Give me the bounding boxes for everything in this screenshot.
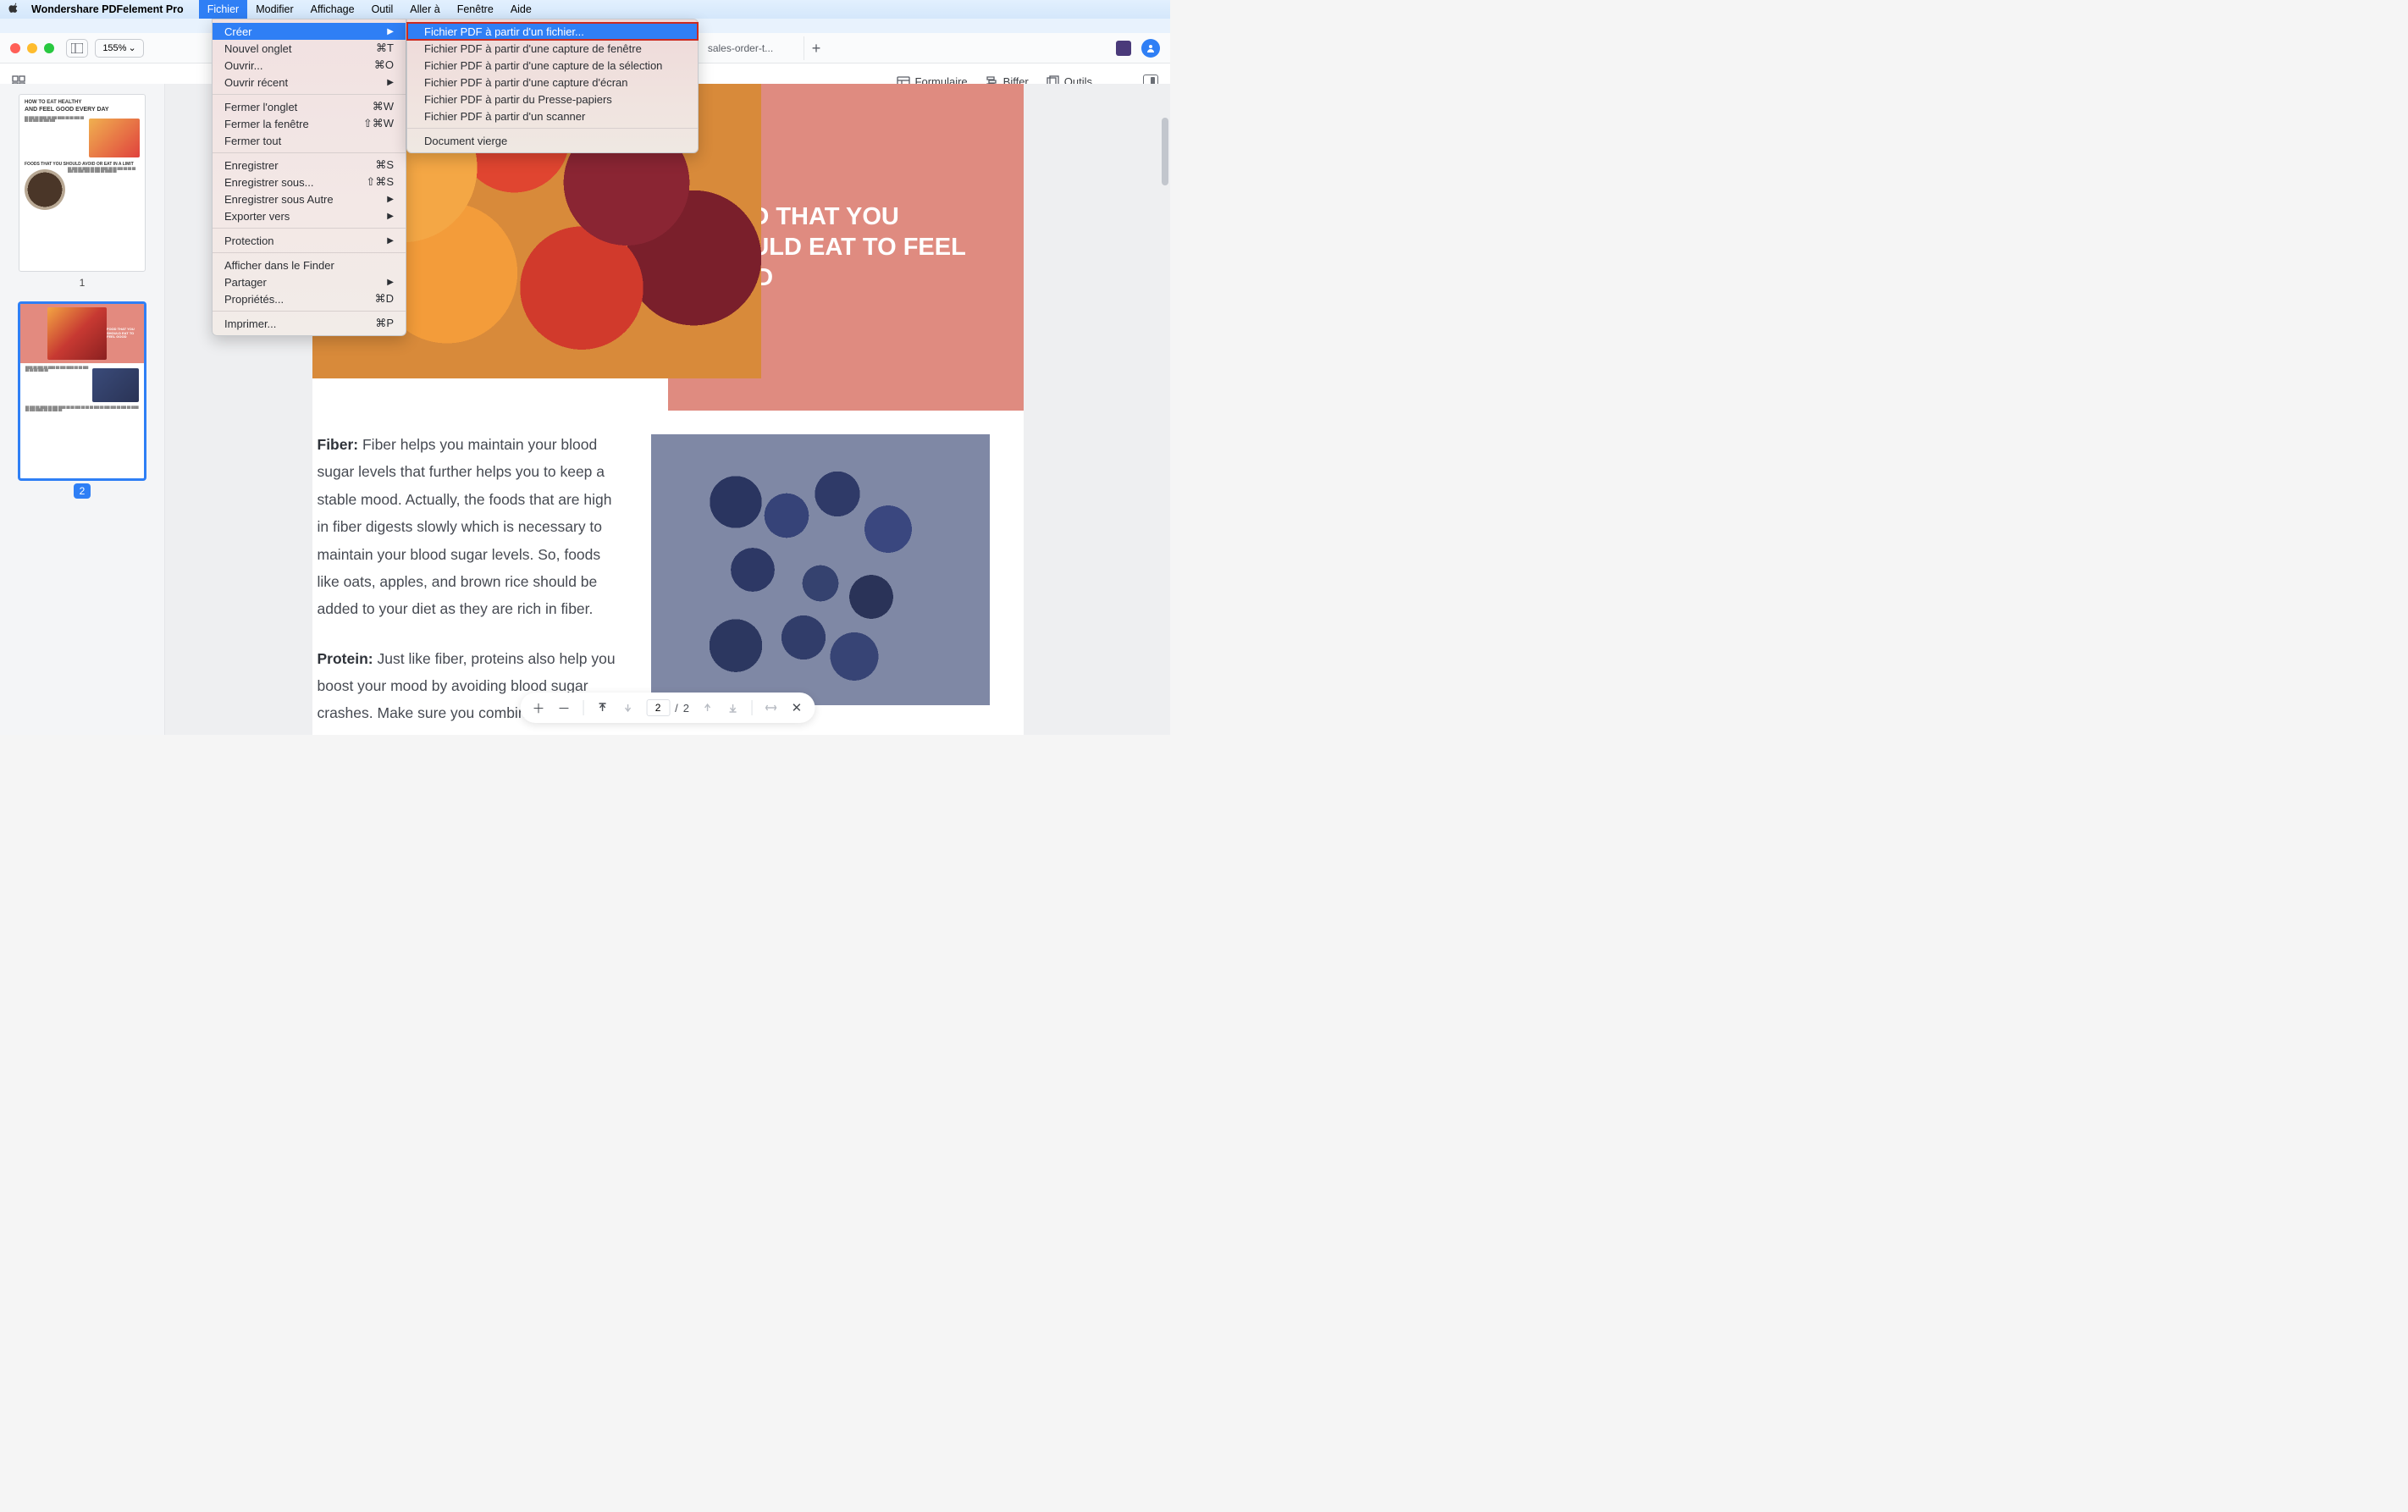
submenu-arrow-icon: ▶ (387, 27, 394, 36)
window-close-button[interactable] (10, 43, 20, 53)
last-page-button[interactable] (726, 701, 740, 715)
thumb1-subtitle: AND FEEL GOOD EVERY DAY (25, 107, 140, 113)
submenu-arrow-icon: ▶ (387, 278, 394, 287)
current-page-input[interactable] (646, 699, 670, 716)
next-page-button[interactable] (701, 701, 715, 715)
zoom-in-button[interactable]: ＋ (532, 701, 545, 715)
submenu-blank-document[interactable]: Document vierge (407, 132, 698, 149)
submenu-from-screen[interactable]: Fichier PDF à partir d'une capture d'écr… (407, 74, 698, 91)
paragraph-fiber: Fiber: Fiber helps you maintain your blo… (318, 431, 626, 623)
user-account-button[interactable] (1141, 39, 1160, 58)
menu-protection[interactable]: Protection▶ (213, 232, 406, 249)
total-pages: 2 (683, 702, 689, 715)
content-area: HOW TO EAT HEALTHY AND FEEL GOOD EVERY D… (0, 84, 1170, 735)
window-maximize-button[interactable] (44, 43, 54, 53)
text-column: Fiber: Fiber helps you maintain your blo… (312, 431, 626, 735)
menu-finder[interactable]: Afficher dans le Finder (213, 257, 406, 273)
fichier-menu: Créer▶ Nouvel onglet⌘T Ouvrir...⌘O Ouvri… (212, 19, 406, 336)
thumb2-hero: FOOD THAT YOU SHOULD EAT TO FEEL GOOD (20, 304, 144, 363)
menu-proprietes[interactable]: Propriétés...⌘D (213, 290, 406, 307)
menu-fermer-tout[interactable]: Fermer tout (213, 132, 406, 149)
thumbnail-page-1[interactable]: HOW TO EAT HEALTHY AND FEEL GOOD EVERY D… (19, 94, 146, 272)
thumb-image-oranges (47, 307, 107, 360)
menu-aide[interactable]: Aide (502, 0, 540, 19)
menu-creer[interactable]: Créer▶ (213, 23, 406, 40)
page-indicator: / 2 (646, 699, 689, 716)
thumbnail-panel: HOW TO EAT HEALTHY AND FEEL GOOD EVERY D… (0, 84, 165, 735)
menu-imprimer[interactable]: Imprimer...⌘P (213, 315, 406, 332)
fiber-label: Fiber: (318, 436, 359, 453)
thumb-image-berries (92, 368, 139, 402)
menu-affichage[interactable]: Affichage (302, 0, 363, 19)
thumbnail-page-2[interactable]: FOOD THAT YOU SHOULD EAT TO FEEL GOOD ██… (19, 302, 146, 480)
app-name[interactable]: Wondershare PDFelement Pro (31, 3, 184, 15)
page-navigation-bar: ＋ － / 2 ✕ (520, 693, 815, 723)
submenu-from-selection[interactable]: Fichier PDF à partir d'une capture de la… (407, 57, 698, 74)
thumb-image-coffee (25, 169, 65, 210)
fiber-text: Fiber helps you maintain your blood suga… (318, 436, 612, 617)
menu-fermer-fenetre[interactable]: Fermer la fenêtre⇧⌘W (213, 115, 406, 132)
traffic-lights (10, 43, 54, 53)
close-controls-button[interactable]: ✕ (790, 701, 804, 715)
zoom-select[interactable]: 155% ⌄ (95, 39, 144, 58)
menu-fenetre[interactable]: Fenêtre (449, 0, 502, 19)
page-2: FOOD THAT YOU SHOULD EAT TO FEEL GOOD Fi… (312, 84, 1024, 735)
zoom-value: 155% (102, 43, 126, 53)
system-menubar: Wondershare PDFelement Pro Fichier Modif… (0, 0, 1170, 19)
chevron-down-icon: ⌄ (128, 42, 135, 53)
vertical-scrollbar[interactable] (1162, 118, 1168, 185)
menu-fermer-onglet[interactable]: Fermer l'onglet⌘W (213, 98, 406, 115)
sidebar-toggle-button[interactable] (66, 39, 88, 58)
menu-enregistrer-autre[interactable]: Enregistrer sous Autre▶ (213, 190, 406, 207)
thumb1-title: HOW TO EAT HEALTHY (25, 100, 140, 106)
submenu-arrow-icon: ▶ (387, 78, 394, 87)
body-text: Fiber: Fiber helps you maintain your blo… (312, 411, 1024, 735)
menu-outil[interactable]: Outil (363, 0, 402, 19)
menu-exporter[interactable]: Exporter vers▶ (213, 207, 406, 224)
menu-enregistrer[interactable]: Enregistrer⌘S (213, 157, 406, 174)
zoom-out-button[interactable]: － (557, 701, 571, 715)
submenu-from-window[interactable]: Fichier PDF à partir d'une capture de fe… (407, 40, 698, 57)
prev-page-button[interactable] (621, 701, 634, 715)
menu-aller-a[interactable]: Aller à (401, 0, 448, 19)
window-minimize-button[interactable] (27, 43, 37, 53)
thumbnail-number-1: 1 (12, 277, 152, 289)
fit-width-button[interactable] (765, 701, 778, 715)
menu-fichier[interactable]: Fichier (199, 0, 248, 19)
submenu-from-file[interactable]: Fichier PDF à partir d'un fichier... (407, 23, 698, 40)
app-extension-icon[interactable] (1116, 41, 1131, 56)
first-page-button[interactable] (595, 701, 609, 715)
menu-enregistrer-sous[interactable]: Enregistrer sous...⇧⌘S (213, 174, 406, 190)
thumb1-section: FOODS THAT YOU SHOULD AVOID OR EAT IN A … (25, 162, 140, 167)
submenu-arrow-icon: ▶ (387, 236, 394, 246)
new-tab-button[interactable]: + (804, 36, 828, 60)
menu-modifier[interactable]: Modifier (247, 0, 301, 19)
submenu-from-clipboard[interactable]: Fichier PDF à partir du Presse-papiers (407, 91, 698, 108)
apple-menu-icon[interactable] (8, 3, 19, 16)
menu-partager[interactable]: Partager▶ (213, 273, 406, 290)
submenu-arrow-icon: ▶ (387, 212, 394, 221)
image-blueberries (651, 434, 990, 705)
menu-ouvrir-recent[interactable]: Ouvrir récent▶ (213, 74, 406, 91)
submenu-from-scanner[interactable]: Fichier PDF à partir d'un scanner (407, 108, 698, 124)
menu-nouvel-onglet[interactable]: Nouvel onglet⌘T (213, 40, 406, 57)
menu-ouvrir[interactable]: Ouvrir...⌘O (213, 57, 406, 74)
creer-submenu: Fichier PDF à partir d'un fichier... Fic… (406, 19, 699, 153)
thumb2-hero-text: FOOD THAT YOU SHOULD EAT TO FEEL GOOD (107, 328, 141, 339)
protein-label: Protein: (318, 650, 373, 667)
thumbnail-number-2: 2 (12, 485, 152, 497)
submenu-arrow-icon: ▶ (387, 195, 394, 204)
thumb-image-oranges (89, 119, 140, 157)
